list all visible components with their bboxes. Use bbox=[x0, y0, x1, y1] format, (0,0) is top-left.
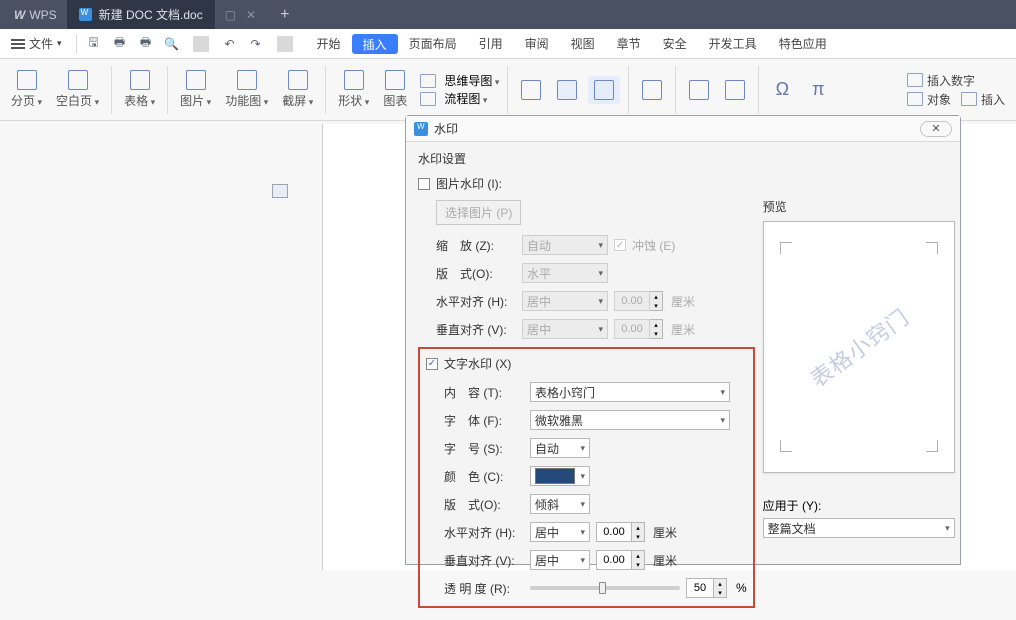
pic-format-select: 水平▾ bbox=[522, 263, 608, 283]
ribbon-shapes[interactable]: 形状 bbox=[334, 68, 373, 111]
print-icon[interactable]: 🖶 bbox=[112, 36, 128, 52]
tab-chapter[interactable]: 章节 bbox=[606, 29, 652, 58]
navigation-pane-icon[interactable] bbox=[272, 184, 288, 198]
text-watermark-label: 文字水印 (X) bbox=[444, 355, 511, 372]
ribbon-symbol-omega[interactable]: Ω bbox=[767, 77, 797, 102]
dialog-close-button[interactable]: ✕ bbox=[920, 121, 952, 137]
picture-watermark-checkbox[interactable] bbox=[418, 178, 430, 190]
tab-page-layout[interactable]: 页面布局 bbox=[398, 29, 468, 58]
ribbon-object[interactable]: 对象 bbox=[907, 91, 951, 108]
picture-watermark-label: 图片水印 (I): bbox=[436, 175, 502, 192]
tab-references[interactable]: 引用 bbox=[468, 29, 514, 58]
preview-title: 预览 bbox=[763, 198, 955, 215]
save-icon[interactable]: 🖫 bbox=[86, 36, 102, 52]
text-color-select[interactable]: ▾ bbox=[530, 466, 590, 486]
ribbon-wordart[interactable] bbox=[720, 78, 750, 102]
tab-start[interactable]: 开始 bbox=[306, 29, 352, 58]
tab-review[interactable]: 审阅 bbox=[514, 29, 560, 58]
pic-halign-spin: ▴▾ bbox=[614, 291, 663, 311]
preview-column: 预览 表格小窍门 应用于 (Y): 整篇文档▾ bbox=[763, 150, 955, 612]
tab-insert[interactable]: 插入 bbox=[352, 34, 398, 54]
redo-icon[interactable]: ↷ bbox=[248, 36, 264, 52]
dialog-icon bbox=[414, 122, 428, 136]
watermark-dialog: 水印 ✕ 水印设置 图片水印 (I): 选择图片 (P) 缩 放 (Z): 自动… bbox=[405, 115, 961, 565]
dialog-titlebar: 水印 ✕ bbox=[406, 116, 960, 142]
tab-security[interactable]: 安全 bbox=[652, 29, 698, 58]
select-picture-button: 选择图片 (P) bbox=[436, 200, 521, 225]
text-valign-select[interactable]: 居中▾ bbox=[530, 550, 590, 570]
ribbon: 分页 空白页 表格 图片 功能图 截屏 形状 图表 思维导图 流程图 Ω π 插… bbox=[0, 59, 1016, 121]
preview-page: 表格小窍门 bbox=[763, 221, 955, 473]
ribbon-mindmap[interactable]: 思维导图 bbox=[420, 72, 499, 89]
color-chip bbox=[535, 468, 575, 484]
tab-special[interactable]: 特色应用 bbox=[768, 29, 838, 58]
hamburger-icon bbox=[11, 39, 25, 49]
ribbon-header-footer[interactable] bbox=[516, 78, 546, 102]
ribbon-comment[interactable] bbox=[637, 78, 667, 102]
ribbon-chart[interactable]: 图表 bbox=[379, 68, 411, 111]
app-logo: W WPS bbox=[0, 0, 67, 29]
text-font-select[interactable]: 微软雅黑▾ bbox=[530, 410, 730, 430]
settings-title: 水印设置 bbox=[418, 150, 755, 167]
tab-window-icon[interactable]: ▢ bbox=[225, 8, 236, 22]
tab-controls: ▢ ✕ bbox=[215, 0, 266, 29]
pic-valign-select: 居中▾ bbox=[522, 319, 608, 339]
tab-developer[interactable]: 开发工具 bbox=[698, 29, 768, 58]
file-menu[interactable]: 文件 ▾ bbox=[6, 33, 67, 54]
apply-to-select[interactable]: 整篇文档▾ bbox=[763, 518, 955, 538]
ribbon-watermark[interactable] bbox=[588, 76, 620, 104]
ribbon-symbol-pi[interactable]: π bbox=[803, 77, 833, 102]
text-watermark-group: ✓ 文字水印 (X) 内 容 (T): 表格小窍门▾ 字 体 (F): 微软雅黑… bbox=[418, 347, 755, 608]
text-size-select[interactable]: 自动▾ bbox=[530, 438, 590, 458]
text-valign-spin[interactable]: ▴▾ bbox=[596, 550, 645, 570]
document-tab-title: 新建 DOC 文档.doc bbox=[99, 6, 203, 23]
text-watermark-checkbox[interactable]: ✓ bbox=[426, 358, 438, 370]
ribbon-function-pic[interactable]: 功能图 bbox=[221, 68, 272, 111]
doc-icon bbox=[79, 8, 92, 21]
ribbon-tabs: 开始 插入 页面布局 引用 审阅 视图 章节 安全 开发工具 特色应用 bbox=[306, 29, 838, 58]
wash-checkbox: ✓ bbox=[614, 239, 626, 251]
ribbon-textbox[interactable] bbox=[684, 78, 714, 102]
pic-halign-select: 居中▾ bbox=[522, 291, 608, 311]
text-halign-select[interactable]: 居中▾ bbox=[530, 522, 590, 542]
opacity-slider[interactable] bbox=[530, 586, 680, 590]
undo-icon[interactable]: ↶ bbox=[222, 36, 238, 52]
ribbon-flowchart[interactable]: 流程图 bbox=[420, 90, 499, 107]
app-name: WPS bbox=[29, 8, 56, 22]
print-preview-icon[interactable]: 🖶 bbox=[138, 36, 154, 52]
ribbon-picture[interactable]: 图片 bbox=[176, 68, 215, 111]
preview-icon[interactable]: 🔍 bbox=[164, 36, 180, 52]
ribbon-insert[interactable]: 插入 bbox=[961, 91, 1005, 108]
tab-close-icon[interactable]: ✕ bbox=[246, 8, 256, 22]
pic-valign-spin: ▴▾ bbox=[614, 319, 663, 339]
ribbon-table[interactable]: 表格 bbox=[120, 68, 159, 111]
text-format-select[interactable]: 倾斜▾ bbox=[530, 494, 590, 514]
ribbon-page-number[interactable] bbox=[552, 78, 582, 102]
quick-access-toolbar: 🖫 🖶 🖶 🔍 ↶ ↷ bbox=[86, 36, 296, 52]
text-halign-spin[interactable]: ▴▾ bbox=[596, 522, 645, 542]
dialog-title: 水印 bbox=[434, 120, 458, 137]
opacity-spin[interactable]: ▴▾ bbox=[686, 578, 727, 598]
wash-label: 冲蚀 (E) bbox=[632, 237, 675, 254]
pic-zoom-select: 自动▾ bbox=[522, 235, 608, 255]
tab-view[interactable]: 视图 bbox=[560, 29, 606, 58]
menubar: 文件 ▾ 🖫 🖶 🖶 🔍 ↶ ↷ 开始 插入 页面布局 引用 审阅 视图 章节 … bbox=[0, 29, 1016, 59]
picture-watermark-group: 图片水印 (I): 选择图片 (P) 缩 放 (Z): 自动▾ ✓ 冲蚀 (E)… bbox=[418, 175, 755, 341]
document-tab[interactable]: 新建 DOC 文档.doc bbox=[67, 0, 215, 29]
text-content-select[interactable]: 表格小窍门▾ bbox=[530, 382, 730, 402]
ribbon-blank-page[interactable]: 空白页 bbox=[52, 68, 103, 111]
ribbon-screenshot[interactable]: 截屏 bbox=[278, 68, 317, 111]
preview-watermark-text: 表格小窍门 bbox=[803, 300, 915, 393]
new-tab-button[interactable]: + bbox=[266, 0, 303, 29]
titlebar: W WPS 新建 DOC 文档.doc ▢ ✕ + bbox=[0, 0, 1016, 29]
ribbon-page-break[interactable]: 分页 bbox=[7, 68, 46, 111]
apply-to-label: 应用于 (Y): bbox=[763, 497, 822, 514]
ribbon-insert-number[interactable]: 插入数字 bbox=[907, 72, 1005, 89]
